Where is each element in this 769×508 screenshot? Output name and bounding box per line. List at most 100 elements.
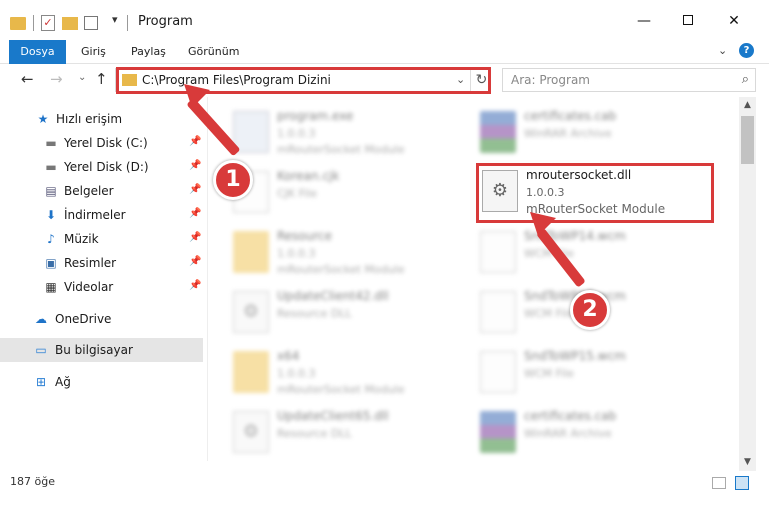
sidebar-item-this-pc[interactable]: ▭ Bu bilgisayar (0, 338, 203, 362)
sidebar-item-pictures[interactable]: ▣ Resimler 📌 (0, 251, 203, 275)
list-item[interactable]: program.exe 1.0.0.3 mRouterSocket Module (233, 105, 473, 165)
vertical-scrollbar[interactable]: ▲ ▼ (739, 97, 756, 471)
sidebar-item-music[interactable]: ♪ Müzik 📌 (0, 227, 203, 251)
sidebar-item-downloads[interactable]: ⬇ İndirmeler 📌 (0, 203, 203, 227)
pin-icon[interactable]: 📌 (189, 160, 201, 171)
list-item[interactable]: SndToWP15.wcm WCM File (480, 345, 720, 405)
search-input[interactable]: Ara: Program (511, 73, 590, 87)
sidebar-item-label: Yerel Disk (C:) (64, 136, 148, 150)
network-icon: ⊞ (35, 375, 47, 389)
tab-home[interactable]: Giriş (81, 40, 106, 64)
pin-icon[interactable]: 📌 (189, 136, 201, 147)
forward-arrow-icon[interactable]: → (50, 70, 63, 88)
file-version: 1.0.0.3 (277, 367, 316, 380)
file-type: WCM File (524, 367, 574, 380)
file-type: WCM File (524, 307, 574, 320)
file-name: Resource (277, 229, 333, 243)
folder-icon (233, 231, 269, 273)
document-icon (480, 351, 516, 393)
documents-icon: ▤ (45, 184, 57, 198)
file-name: Korean.cjk (277, 169, 340, 183)
properties-icon[interactable] (84, 16, 98, 30)
file-name: UpdateClient65.dll (277, 409, 389, 423)
list-item[interactable]: ⚙ UpdateClient65.dll Resource DLL (233, 405, 473, 461)
computer-icon: ▭ (35, 343, 47, 357)
document-icon (480, 291, 516, 333)
file-type: Resource DLL (277, 427, 352, 440)
file-highlight-box (476, 163, 714, 223)
pin-icon[interactable]: 📌 (189, 232, 201, 243)
sidebar-item-local-disk-c[interactable]: ▬ Yerel Disk (C:) 📌 (0, 131, 203, 155)
sidebar-item-local-disk-d[interactable]: ▬ Yerel Disk (D:) 📌 (0, 155, 203, 179)
scroll-thumb[interactable] (741, 116, 754, 164)
list-item[interactable]: certificates.cab WinRAR Archive (480, 405, 720, 461)
sidebar-item-label: Hızlı erişim (56, 112, 123, 126)
recent-locations-chevron-icon[interactable]: ⌄ (78, 72, 86, 83)
annotation-arrowhead-2 (530, 212, 556, 236)
sidebar-item-videos[interactable]: ▦ Videolar 📌 (0, 275, 203, 299)
list-item[interactable]: SndToWP14.wcm WCM File (480, 225, 720, 285)
list-item[interactable]: x64 1.0.0.3 mRouterSocket Module (233, 345, 473, 405)
cloud-icon: ☁ (35, 312, 47, 326)
folder-icon (10, 17, 26, 30)
details-view-icon[interactable] (712, 477, 726, 489)
maximize-button[interactable] (665, 6, 711, 36)
gear-icon: ⚙ (233, 291, 269, 333)
close-button[interactable]: ✕ (711, 6, 757, 36)
up-arrow-icon[interactable]: ↑ (95, 70, 108, 88)
large-icons-view-icon[interactable] (735, 476, 749, 490)
videos-icon: ▦ (45, 280, 57, 294)
tab-view[interactable]: Görünüm (188, 40, 239, 64)
list-item[interactable]: certificates.cab WinRAR Archive (480, 105, 720, 165)
toolbar-separator (33, 15, 34, 31)
sidebar-item-label: Bu bilgisayar (55, 343, 133, 357)
music-icon: ♪ (47, 232, 55, 246)
pin-icon[interactable]: 📌 (189, 280, 201, 291)
file-name: UpdateClient42.dll (277, 289, 389, 303)
file-type: mRouterSocket Module (277, 263, 405, 276)
pin-icon[interactable]: 📌 (189, 184, 201, 195)
sidebar-item-onedrive[interactable]: ☁ OneDrive (0, 307, 203, 331)
file-name: program.exe (277, 109, 354, 123)
drive-icon: ▬ (45, 136, 57, 150)
tab-file[interactable]: Dosya (9, 40, 66, 64)
status-bar: 187 öğe (0, 471, 769, 495)
new-folder-icon[interactable] (62, 17, 78, 30)
list-item[interactable]: ⚙ UpdateClient42.dll Resource DLL (233, 285, 473, 345)
file-name: SndToWP15.wcm (524, 349, 626, 363)
back-arrow-icon[interactable]: ← (21, 70, 34, 88)
sidebar-item-network[interactable]: ⊞ Ağ (0, 370, 203, 394)
sidebar-item-documents[interactable]: ▤ Belgeler 📌 (0, 179, 203, 203)
window-title: Program (138, 14, 193, 29)
properties-check-icon[interactable]: ✓ (41, 15, 55, 31)
sidebar-item-label: Videolar (64, 280, 114, 294)
file-type: CJK File (277, 187, 318, 200)
sidebar-item-label: İndirmeler (64, 208, 126, 222)
archive-icon (480, 111, 516, 153)
title-bar: ✓ ▾ Program — ✕ (0, 0, 769, 40)
customize-toolbar-dropdown-icon[interactable]: ▾ (112, 13, 118, 33)
pin-icon[interactable]: 📌 (189, 208, 201, 219)
file-name: x64 (277, 349, 300, 363)
search-icon: ⌕ (741, 72, 749, 87)
sidebar-item-label: OneDrive (55, 312, 112, 326)
sidebar-item-label: Yerel Disk (D:) (64, 160, 149, 174)
scroll-up-icon[interactable]: ▲ (739, 97, 756, 114)
list-item[interactable]: Korean.cjk CJK File (233, 165, 473, 225)
list-item[interactable]: Resource 1.0.0.3 mRouterSocket Module (233, 225, 473, 285)
navigation-pane: ★ Hızlı erişim ▬ Yerel Disk (C:) 📌 ▬ Yer… (0, 97, 208, 461)
ribbon-tabs: Dosya Giriş Paylaş Görünüm ⌄ ? (0, 40, 769, 64)
help-icon[interactable]: ? (739, 43, 754, 58)
tab-share[interactable]: Paylaş (131, 40, 166, 64)
expand-ribbon-chevron-icon[interactable]: ⌄ (718, 44, 727, 57)
star-icon: ★ (37, 112, 49, 126)
document-icon (480, 231, 516, 273)
file-name: certificates.cab (524, 109, 617, 123)
pin-icon[interactable]: 📌 (189, 256, 201, 267)
search-box[interactable]: Ara: Program ⌕ (502, 68, 756, 92)
minimize-button[interactable]: — (621, 6, 667, 36)
sidebar-item-quick-access[interactable]: ★ Hızlı erişim (0, 107, 203, 131)
step-badge-2: 2 (570, 290, 610, 330)
scroll-down-icon[interactable]: ▼ (739, 454, 756, 471)
sidebar-item-label: Ağ (55, 375, 71, 389)
